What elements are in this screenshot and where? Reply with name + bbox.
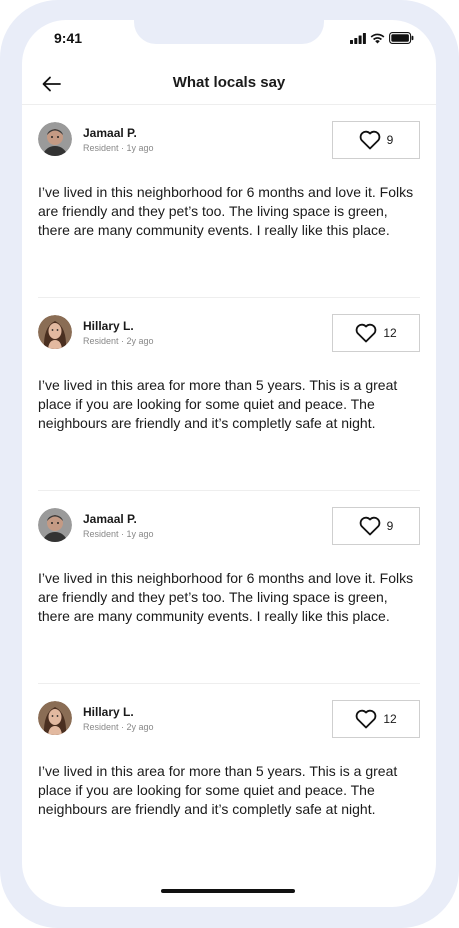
heart-icon [355, 709, 377, 729]
reviews-list: Jamaal P. Resident · 1y ago 9 I’ve lived… [22, 105, 436, 876]
review-text: I’ve lived in this area for more than 5 … [38, 377, 398, 431]
author-name: Jamaal P. [83, 512, 137, 526]
review-text: I’ve lived in this neighborhood for 6 mo… [38, 570, 414, 624]
like-count: 9 [386, 133, 394, 147]
male-avatar-icon [38, 122, 72, 156]
author-name: Hillary L. [83, 705, 134, 719]
author-meta: Resident · 1y ago [83, 529, 154, 539]
avatar [38, 508, 72, 542]
like-count: 12 [383, 712, 397, 726]
review-item: Hillary L. Resident · 2y ago 12 I’ve liv… [38, 684, 420, 876]
author-meta: Resident · 1y ago [83, 143, 154, 153]
wifi-icon [370, 33, 385, 43]
avatar [38, 122, 72, 156]
heart-icon [359, 516, 380, 536]
review-item: Hillary L. Resident · 2y ago 12 I’ve liv… [38, 298, 420, 491]
page-title: What locals say [172, 74, 286, 91]
app-header: What locals say [22, 64, 436, 105]
battery-icon [389, 32, 414, 44]
review-text: I’ve lived in this area for more than 5 … [38, 763, 398, 817]
home-indicator[interactable] [161, 889, 295, 893]
author-meta: Resident · 2y ago [83, 722, 154, 732]
device-frame: 9:41 What locals say Jamaal P. Resident … [0, 0, 459, 928]
avatar [38, 315, 72, 349]
like-count: 12 [383, 326, 397, 340]
heart-icon [355, 323, 377, 343]
phone-screen: 9:41 What locals say Jamaal P. Resident … [22, 20, 436, 907]
author-name: Hillary L. [83, 319, 134, 333]
heart-icon [359, 130, 380, 150]
like-button[interactable]: 12 [332, 700, 420, 738]
female-avatar-icon [38, 315, 72, 349]
author-meta: Resident · 2y ago [83, 336, 154, 346]
signal-icon [350, 32, 366, 44]
female-avatar-icon [38, 701, 72, 735]
like-button[interactable]: 12 [332, 314, 420, 352]
like-button[interactable]: 9 [332, 507, 420, 545]
like-count: 9 [386, 519, 394, 533]
status-bar: 9:41 [22, 20, 436, 60]
status-time: 9:41 [54, 30, 83, 46]
review-text: I’ve lived in this neighborhood for 6 mo… [38, 184, 414, 238]
male-avatar-icon [38, 508, 72, 542]
review-item: Jamaal P. Resident · 1y ago 9 I’ve lived… [38, 105, 420, 298]
status-icons [350, 32, 414, 44]
like-button[interactable]: 9 [332, 121, 420, 159]
author-name: Jamaal P. [83, 126, 137, 140]
avatar [38, 701, 72, 735]
review-item: Jamaal P. Resident · 1y ago 9 I’ve lived… [38, 491, 420, 684]
